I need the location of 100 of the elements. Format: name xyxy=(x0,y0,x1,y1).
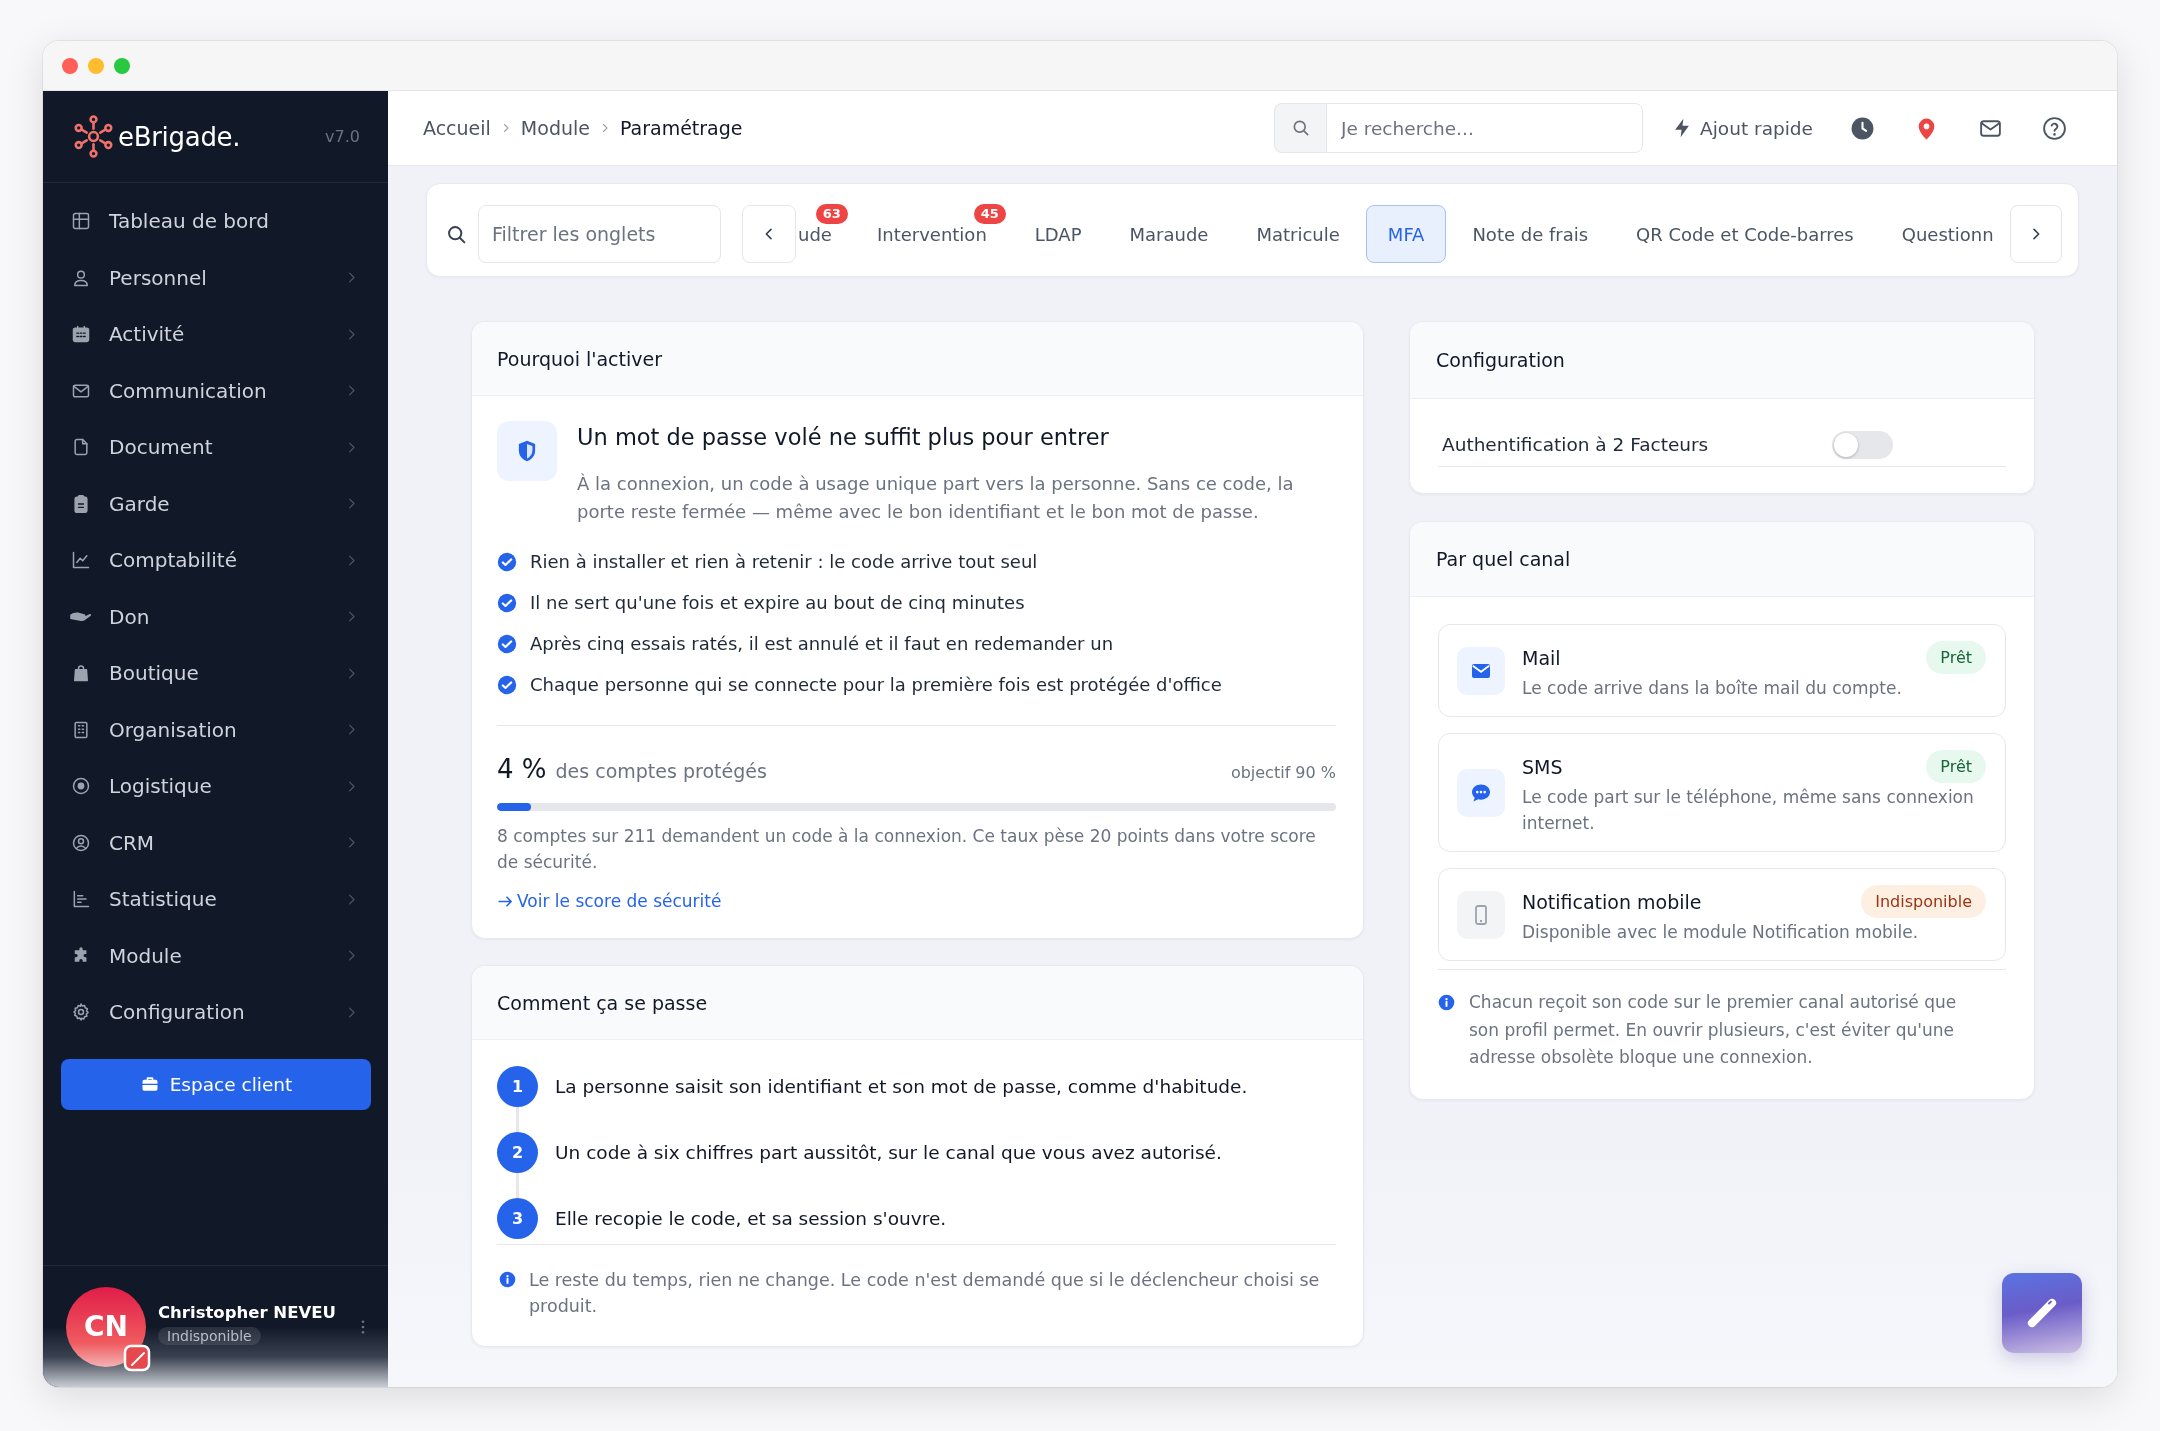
benefit-text: Après cinq essais ratés, il est annulé et il faut en redemander un xyxy=(530,633,1114,654)
channel-name: SMS xyxy=(1522,755,1563,778)
maximize-window-icon[interactable] xyxy=(114,57,130,74)
sidebar-item[interactable]: Tableau de bord xyxy=(43,193,388,250)
channel-description: Disponible avec le module Notification mobile. xyxy=(1522,921,1920,944)
chat-bubble-icon xyxy=(1457,769,1505,817)
envelope-icon xyxy=(1457,647,1505,695)
check-circle-icon xyxy=(497,633,517,654)
breadcrumb-link[interactable]: Accueil xyxy=(423,117,491,139)
info-icon xyxy=(1438,994,1455,1011)
user-circle-icon xyxy=(71,832,91,853)
step-text: Un code à six chiffres part aussitôt, sur le canal que vous avez autorisé. xyxy=(555,1141,1222,1163)
smartphone-icon xyxy=(1457,891,1505,939)
status-badge: Prêt xyxy=(1926,750,1986,783)
count-badge: 63 xyxy=(815,204,848,224)
stat-value: 4 % xyxy=(497,753,547,786)
clipboard-icon xyxy=(71,493,91,514)
shield-icon xyxy=(497,421,557,481)
tab[interactable]: Maraude xyxy=(1107,205,1231,263)
sidebar-item[interactable]: Configuration xyxy=(43,984,388,1041)
help-icon[interactable] xyxy=(2042,115,2067,141)
check-circle-icon xyxy=(497,592,517,613)
quick-add-button[interactable]: Ajout rapide xyxy=(1671,117,1813,139)
target-icon xyxy=(71,776,91,797)
step-number: 2 xyxy=(497,1131,538,1173)
info-note: Chacun reçoit son code sur le premier canal autorisé que son profil permet. En ouvrir plusieurs, c'est éviter qu'une adresse obsolète bloque une connexion. xyxy=(1469,991,1958,1069)
progress-note: 8 comptes sur 211 demandent un code à la connexion. Ce taux pèse 20 points dans votre score de sécurité. xyxy=(497,825,1317,874)
sidebar-item[interactable]: Communication xyxy=(43,362,388,419)
tab[interactable]: Note de frais xyxy=(1450,205,1611,263)
building-icon xyxy=(71,719,91,740)
breadcrumb-link[interactable]: Module xyxy=(520,117,590,139)
benefit-text: Rien à installer et rien à retenir : le code arrive tout seul xyxy=(530,551,1038,572)
user-avatar[interactable]: CN xyxy=(66,1286,146,1367)
sidebar-item[interactable]: Organisation xyxy=(43,701,388,758)
version-label: v7.0 xyxy=(325,127,360,146)
calendar-icon xyxy=(71,324,91,345)
sidebar-item[interactable]: Personnel xyxy=(43,249,388,306)
sidebar-item[interactable]: Activité xyxy=(43,306,388,363)
tab[interactable]: LDAP xyxy=(1012,205,1104,263)
line-chart-icon xyxy=(71,550,91,571)
file-icon xyxy=(71,437,91,458)
step-number: 1 xyxy=(497,1065,538,1107)
setting-label: Authentification à 2 Facteurs xyxy=(1441,434,1710,455)
count-badge: 45 xyxy=(973,204,1006,224)
table-icon xyxy=(71,211,91,232)
card-title: Pourquoi l'activer xyxy=(497,347,663,370)
benefit-text: Il ne sert qu'une fois et expire au bout de cinq minutes xyxy=(530,592,1025,613)
target-label: objectif 90 % xyxy=(1230,762,1336,784)
logo-text: eBrigade. xyxy=(118,121,241,152)
step-text: La personne saisit son identifiant et son mot de passe, comme d'habitude. xyxy=(555,1075,1248,1097)
tab[interactable]: ude 63 xyxy=(796,205,851,263)
briefcase-icon xyxy=(139,1074,160,1094)
check-circle-icon xyxy=(497,674,517,695)
filter-field[interactable]: Filtrer les onglets xyxy=(478,205,721,263)
step-text: Elle recopie le code, et sa session s'ouvre. xyxy=(555,1207,947,1229)
hand-icon xyxy=(70,612,92,622)
sidebar-item[interactable]: CRM xyxy=(43,814,388,871)
sidebar-item[interactable]: Module xyxy=(43,927,388,984)
close-window-icon[interactable] xyxy=(62,57,78,74)
user-name: Christopher NEVEU xyxy=(158,1302,336,1322)
search-icon xyxy=(1274,103,1327,153)
card-title: Par quel canal xyxy=(1436,548,1571,570)
client-space-button[interactable]: Espace client xyxy=(61,1058,371,1110)
bar-chart-icon xyxy=(71,889,91,910)
sidebar-item[interactable]: Garde xyxy=(43,475,388,532)
info-icon xyxy=(499,1271,516,1288)
breadcrumb-current: Paramétrage xyxy=(619,117,743,139)
tab[interactable]: QR Code et Code-barres xyxy=(1614,205,1876,263)
card-title: Comment ça se passe xyxy=(497,991,708,1014)
square-badge-icon xyxy=(123,1343,151,1372)
status-badge: Prêt xyxy=(1926,641,1986,674)
sidebar-item[interactable]: Don xyxy=(43,588,388,645)
security-score-link[interactable]: Voir le score de sécurité xyxy=(497,888,722,914)
edit-button[interactable] xyxy=(2002,1273,2082,1353)
channel-name: Mail xyxy=(1522,646,1561,669)
clock-icon[interactable] xyxy=(1850,115,1875,141)
description: À la connexion, un code à usage unique part vers la personne. Sans ce code, la porte reste fermée — même avec le bon identifiant et le bon mot de passe. xyxy=(577,472,1295,524)
channel-description: Le code part sur le téléphone, même sans connexion internet. xyxy=(1522,786,1975,835)
info-note: Le reste du temps, rien ne change. Le code n'est demandé que si le déclencheur choisi se produit. xyxy=(529,1269,1321,1318)
sidebar-item[interactable]: Logistique xyxy=(43,758,388,815)
logo-icon xyxy=(72,115,115,158)
benefit-text: Chaque personne qui se connecte pour la première fois est protégée d'office xyxy=(530,674,1222,695)
settings-icon xyxy=(71,1002,91,1023)
headline: Un mot de passe volé ne suffit plus pour entrer xyxy=(577,423,1110,452)
stat-label: des comptes protégés xyxy=(555,759,767,784)
tab[interactable]: Matricule xyxy=(1234,205,1362,263)
tab[interactable]: MFA xyxy=(1365,205,1447,263)
tab[interactable]: Intervention 45 xyxy=(854,205,1009,263)
check-circle-icon xyxy=(497,551,517,572)
sidebar-item[interactable]: Comptabilité xyxy=(43,532,388,589)
toggle-switch[interactable] xyxy=(1832,430,1893,459)
step-number: 3 xyxy=(497,1197,538,1239)
channel-description: Le code arrive dans la boîte mail du compte. xyxy=(1522,677,1903,700)
sidebar-item[interactable]: Statistique xyxy=(43,871,388,928)
tab[interactable]: Questionn xyxy=(1879,205,2010,263)
user-status: Indisponible xyxy=(158,1326,261,1345)
channel-name: Notification mobile xyxy=(1522,890,1702,913)
shopping-bag-icon xyxy=(71,663,91,684)
sidebar-item[interactable]: Document xyxy=(43,419,388,476)
sidebar-item[interactable]: Boutique xyxy=(43,645,388,702)
